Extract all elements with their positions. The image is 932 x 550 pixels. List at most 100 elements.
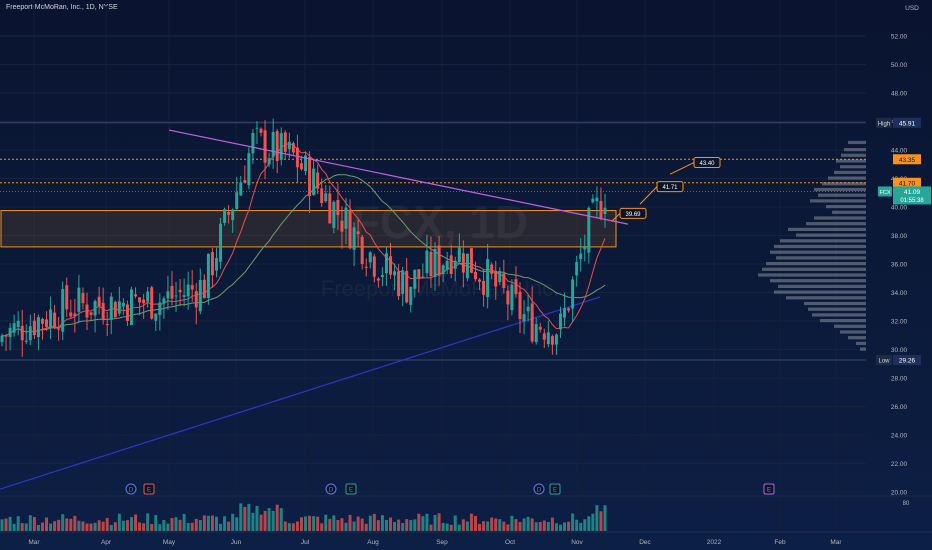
candle-body[interactable] bbox=[384, 253, 388, 274]
candle-body[interactable] bbox=[336, 199, 340, 216]
candle-body[interactable] bbox=[142, 299, 146, 304]
candle-body[interactable] bbox=[389, 256, 393, 275]
chart-stage[interactable]: Freeport-McMoRan, Inc., 1D, NYSE FCX, 1D… bbox=[0, 0, 932, 550]
candle-body[interactable] bbox=[150, 287, 154, 319]
candle-body[interactable] bbox=[344, 207, 348, 229]
candle-body[interactable] bbox=[146, 291, 150, 302]
candle-body[interactable] bbox=[518, 291, 522, 320]
candle-body[interactable] bbox=[227, 211, 231, 215]
candle-body[interactable] bbox=[558, 313, 562, 330]
candle-body[interactable] bbox=[445, 260, 449, 270]
candle-body[interactable] bbox=[4, 335, 8, 337]
candle-body[interactable] bbox=[251, 132, 255, 154]
candle-body[interactable] bbox=[73, 313, 77, 316]
candle-body[interactable] bbox=[28, 326, 32, 341]
candle-body[interactable] bbox=[97, 296, 101, 307]
candle-body[interactable] bbox=[603, 207, 607, 215]
candle-body[interactable] bbox=[255, 127, 259, 129]
candle-body[interactable] bbox=[178, 289, 182, 292]
candle-body[interactable] bbox=[125, 304, 129, 321]
candle-body[interactable] bbox=[12, 323, 16, 333]
candle-body[interactable] bbox=[186, 284, 190, 297]
candle-body[interactable] bbox=[45, 319, 49, 327]
candle-body[interactable] bbox=[401, 270, 405, 294]
candle-body[interactable] bbox=[154, 313, 158, 321]
candle-body[interactable] bbox=[263, 130, 267, 163]
candle-body[interactable] bbox=[271, 132, 275, 157]
candle-body[interactable] bbox=[130, 289, 134, 326]
candle-body[interactable] bbox=[214, 258, 218, 271]
candle-body[interactable] bbox=[16, 320, 20, 328]
candle-body[interactable] bbox=[283, 132, 287, 152]
candle-body[interactable] bbox=[575, 262, 579, 276]
candle-body[interactable] bbox=[36, 317, 40, 338]
candle-body[interactable] bbox=[453, 260, 457, 269]
candle-body[interactable] bbox=[360, 236, 364, 265]
candle-body[interactable] bbox=[563, 308, 567, 318]
candle-body[interactable] bbox=[469, 248, 473, 273]
candle-body[interactable] bbox=[113, 301, 117, 318]
candle-body[interactable] bbox=[299, 163, 303, 170]
candle-body[interactable] bbox=[8, 327, 12, 337]
candle-body[interactable] bbox=[502, 273, 506, 288]
candle-body[interactable] bbox=[291, 143, 295, 153]
candle-body[interactable] bbox=[579, 253, 583, 260]
candle-body[interactable] bbox=[437, 245, 441, 276]
candle-body[interactable] bbox=[231, 209, 235, 221]
candle-body[interactable] bbox=[101, 302, 105, 321]
candle-body[interactable] bbox=[534, 324, 538, 343]
candle-body[interactable] bbox=[542, 333, 546, 340]
candle-body[interactable] bbox=[32, 320, 36, 336]
candle-body[interactable] bbox=[320, 188, 324, 204]
candle-body[interactable] bbox=[506, 290, 510, 305]
candle-body[interactable] bbox=[308, 157, 312, 197]
candle-body[interactable] bbox=[514, 279, 518, 295]
candle-body[interactable] bbox=[554, 334, 558, 345]
candle-body[interactable] bbox=[312, 168, 316, 195]
candle-body[interactable] bbox=[57, 328, 61, 330]
candle-body[interactable] bbox=[599, 200, 603, 218]
candle-body[interactable] bbox=[486, 259, 490, 298]
candle-body[interactable] bbox=[457, 247, 461, 263]
candle-body[interactable] bbox=[162, 298, 166, 304]
candle-body[interactable] bbox=[591, 198, 595, 203]
candle-body[interactable] bbox=[267, 158, 271, 165]
candle-body[interactable] bbox=[77, 287, 81, 312]
candle-body[interactable] bbox=[421, 276, 425, 278]
candle-body[interactable] bbox=[413, 269, 417, 289]
candle-body[interactable] bbox=[417, 269, 421, 279]
candle-body[interactable] bbox=[465, 253, 469, 279]
candle-body[interactable] bbox=[356, 231, 360, 235]
candle-body[interactable] bbox=[223, 209, 227, 223]
candle-body[interactable] bbox=[275, 131, 279, 161]
candle-body[interactable] bbox=[324, 193, 328, 202]
candle-body[interactable] bbox=[174, 295, 178, 297]
candle-body[interactable] bbox=[405, 270, 409, 303]
candle-body[interactable] bbox=[490, 264, 494, 274]
candle-body[interactable] bbox=[425, 250, 429, 274]
candle-body[interactable] bbox=[194, 291, 198, 308]
candle-body[interactable] bbox=[81, 293, 85, 304]
candle-body[interactable] bbox=[376, 278, 380, 281]
candle-body[interactable] bbox=[429, 251, 433, 277]
candle-body[interactable] bbox=[550, 336, 554, 345]
candle-body[interactable] bbox=[93, 301, 97, 316]
candle-body[interactable] bbox=[482, 280, 486, 295]
candle-body[interactable] bbox=[85, 304, 89, 318]
candle-body[interactable] bbox=[109, 296, 113, 320]
candle-body[interactable] bbox=[393, 271, 397, 276]
candle-body[interactable] bbox=[595, 197, 599, 202]
candle-body[interactable] bbox=[65, 285, 69, 310]
candle-body[interactable] bbox=[49, 309, 53, 328]
candle-body[interactable] bbox=[316, 172, 320, 189]
candle-body[interactable] bbox=[530, 303, 534, 342]
candle-body[interactable] bbox=[190, 285, 194, 290]
candle-body[interactable] bbox=[105, 324, 109, 326]
candle-body[interactable] bbox=[340, 220, 344, 232]
candle-body[interactable] bbox=[510, 284, 514, 311]
candle-body[interactable] bbox=[170, 285, 174, 299]
candle-body[interactable] bbox=[121, 302, 125, 307]
candle-body[interactable] bbox=[372, 256, 376, 277]
candle-body[interactable] bbox=[567, 308, 571, 311]
candle-body[interactable] bbox=[89, 312, 93, 315]
